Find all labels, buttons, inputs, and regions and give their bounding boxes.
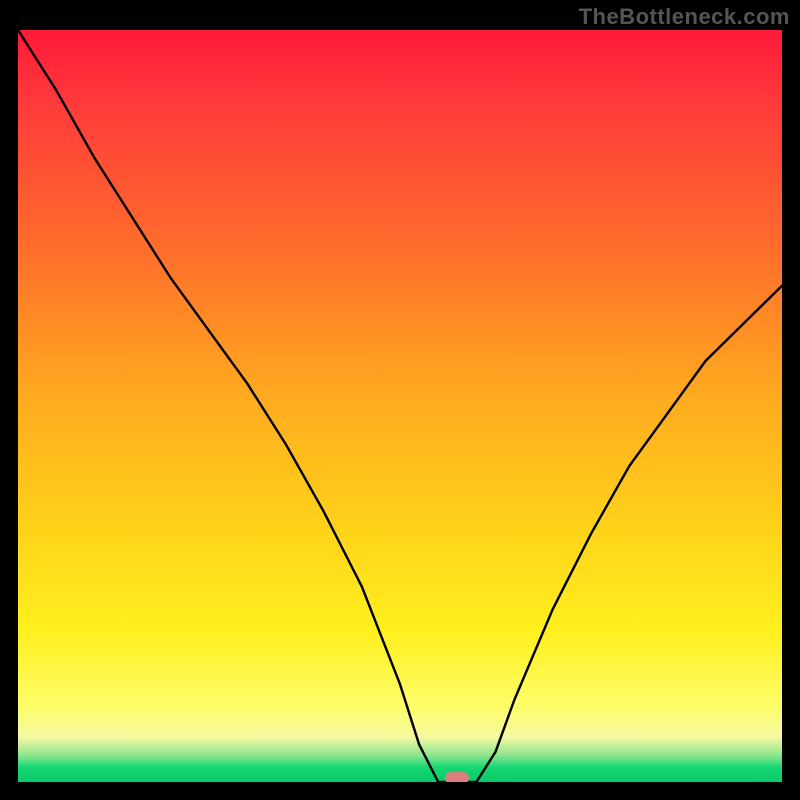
optimum-marker [445, 772, 469, 782]
bottleneck-curve [18, 30, 782, 782]
watermark-text: TheBottleneck.com [579, 4, 790, 30]
chart-frame: TheBottleneck.com [0, 0, 800, 800]
plot-area [18, 30, 782, 782]
